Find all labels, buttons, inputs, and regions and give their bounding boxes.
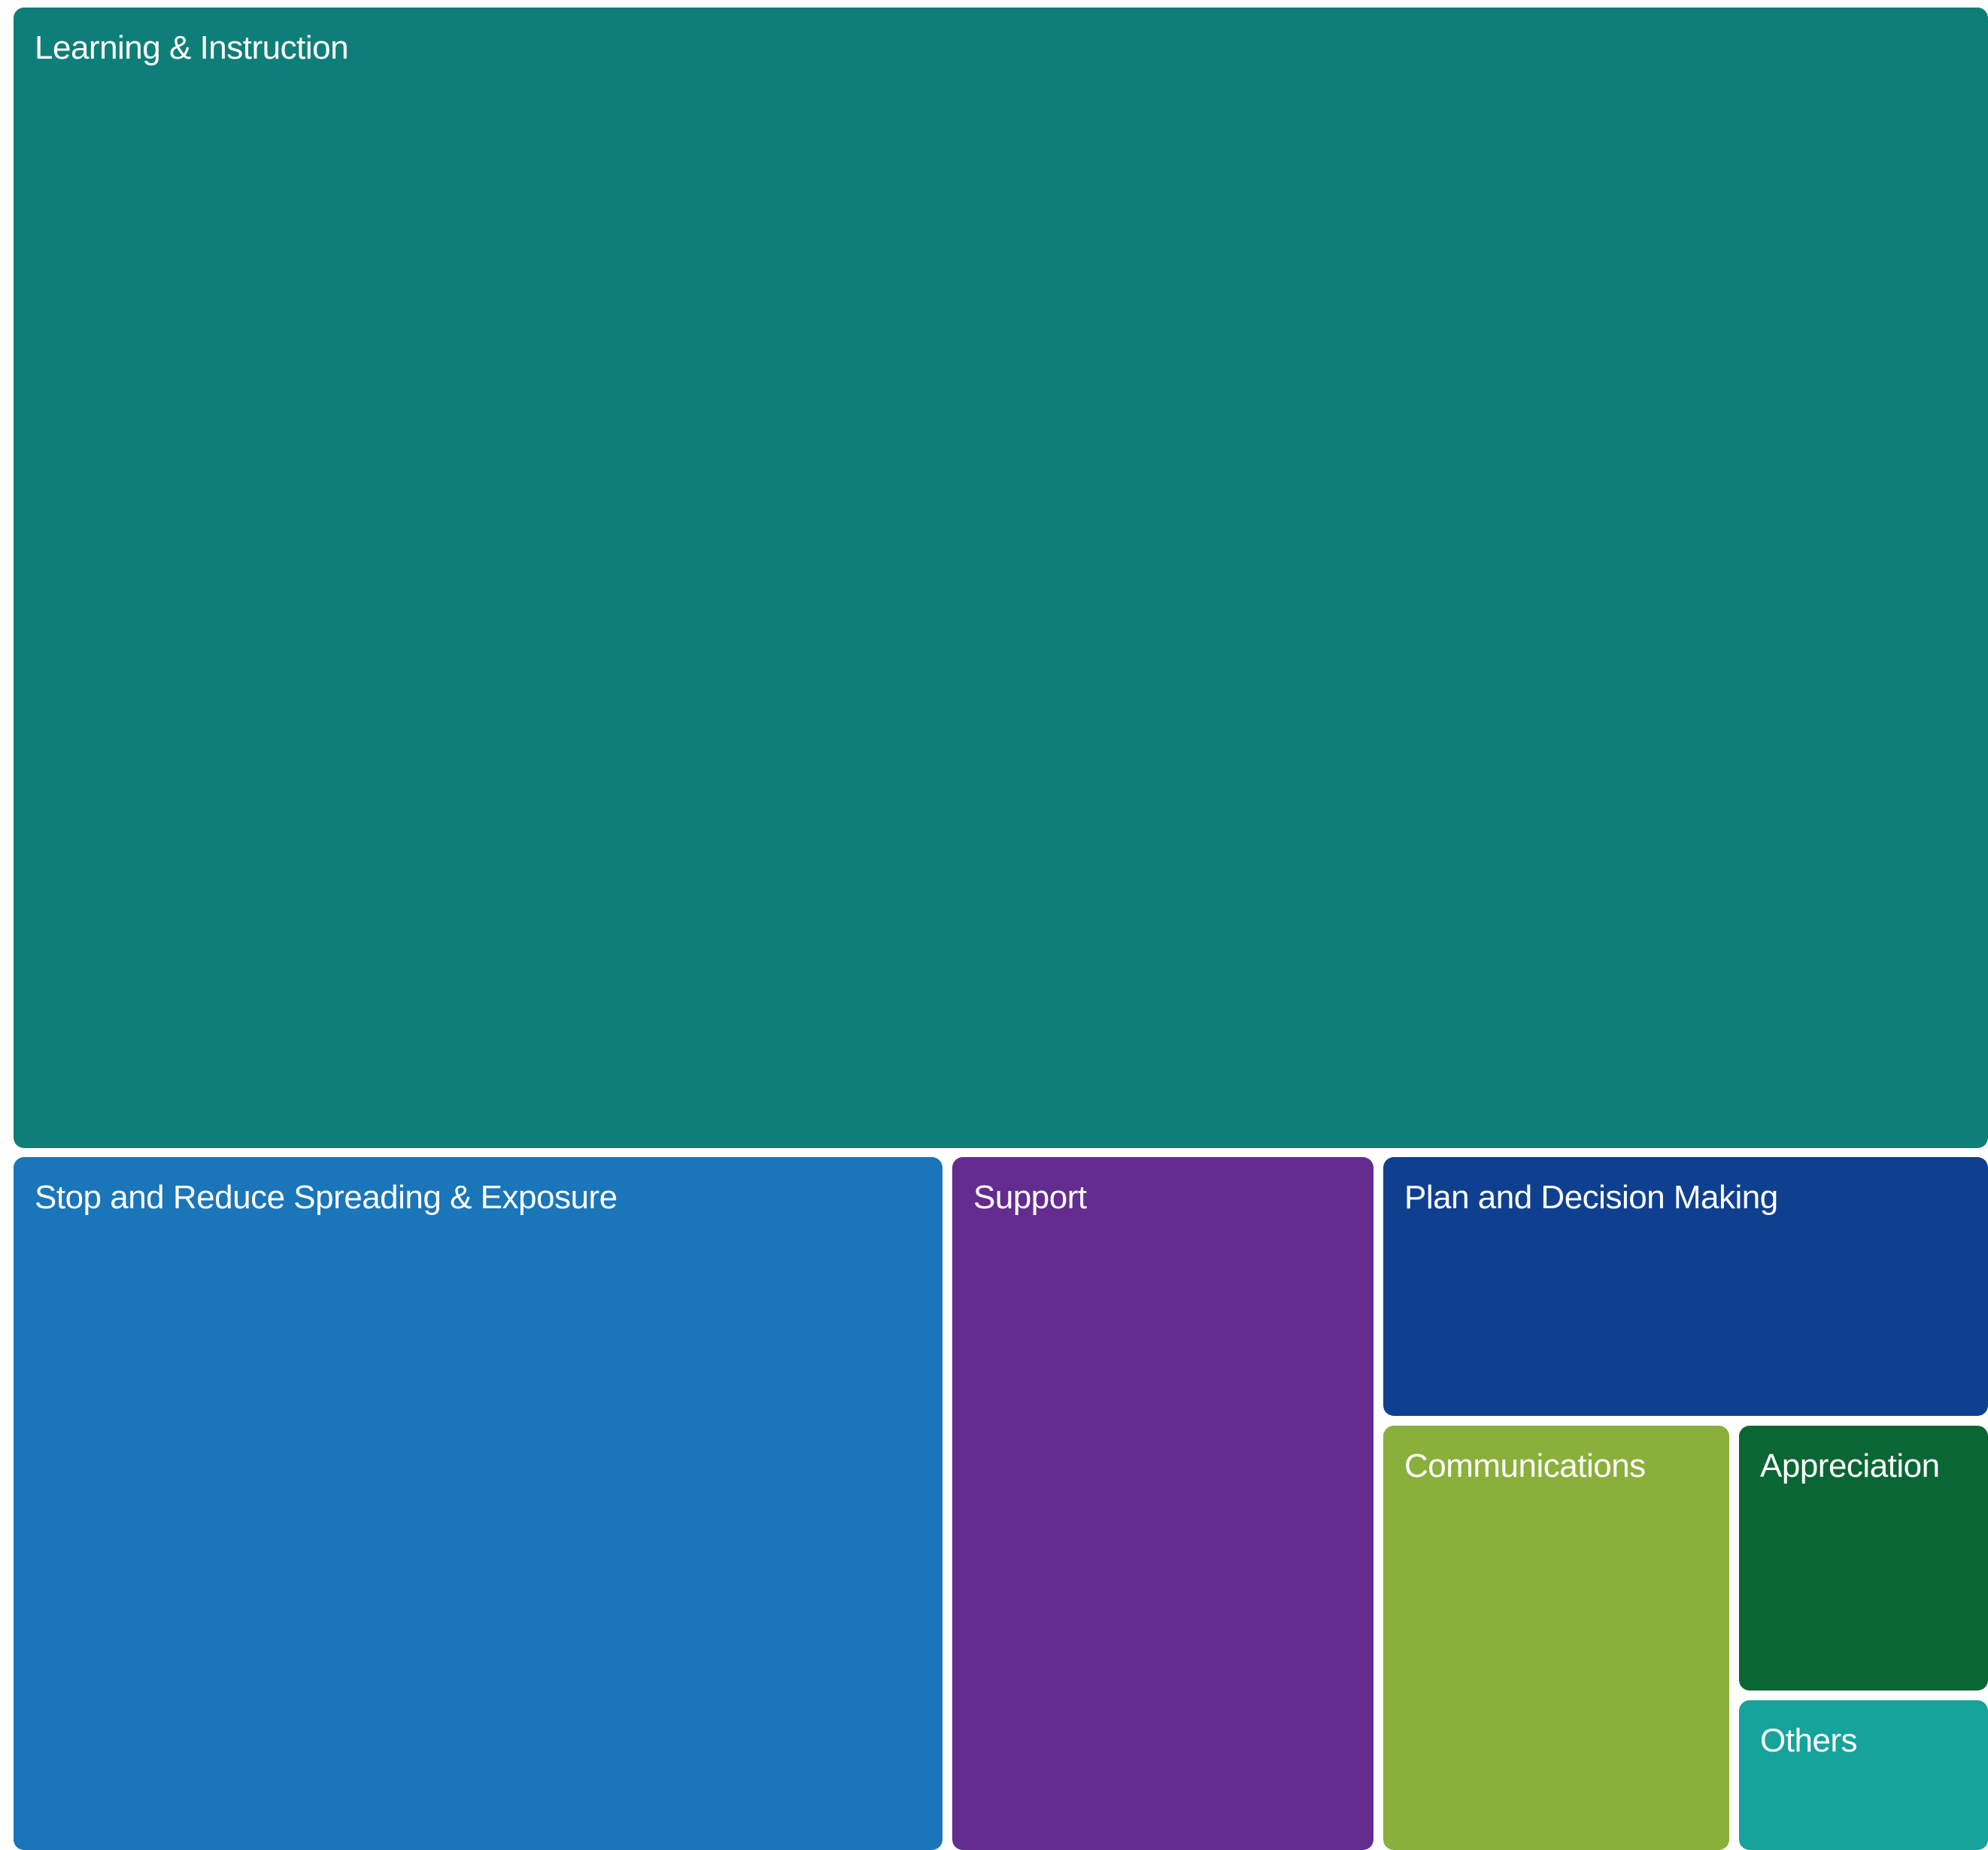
tile-support[interactable]: Support xyxy=(952,1157,1373,1850)
tile-others[interactable]: Others xyxy=(1739,1700,1988,1850)
tile-stop-and-reduce-spreading-exposure[interactable]: Stop and Reduce Spreading & Exposure xyxy=(14,1157,942,1850)
tile-communications[interactable]: Communications xyxy=(1383,1426,1729,1850)
tile-label: Learning & Instruction xyxy=(35,29,349,66)
tile-appreciation[interactable]: Appreciation xyxy=(1739,1426,1988,1691)
tile-label: Stop and Reduce Spreading & Exposure xyxy=(35,1179,618,1216)
tile-label: Plan and Decision Making xyxy=(1404,1179,1778,1216)
treemap-chart: Learning & Instruction Stop and Reduce S… xyxy=(0,0,1988,1850)
tile-label: Support xyxy=(973,1179,1087,1216)
tile-label: Communications xyxy=(1404,1447,1646,1484)
tile-learning-instruction[interactable]: Learning & Instruction xyxy=(14,8,1988,1148)
tile-plan-and-decision-making[interactable]: Plan and Decision Making xyxy=(1383,1157,1988,1416)
tile-label: Others xyxy=(1760,1722,1858,1759)
tile-label: Appreciation xyxy=(1760,1447,1940,1484)
